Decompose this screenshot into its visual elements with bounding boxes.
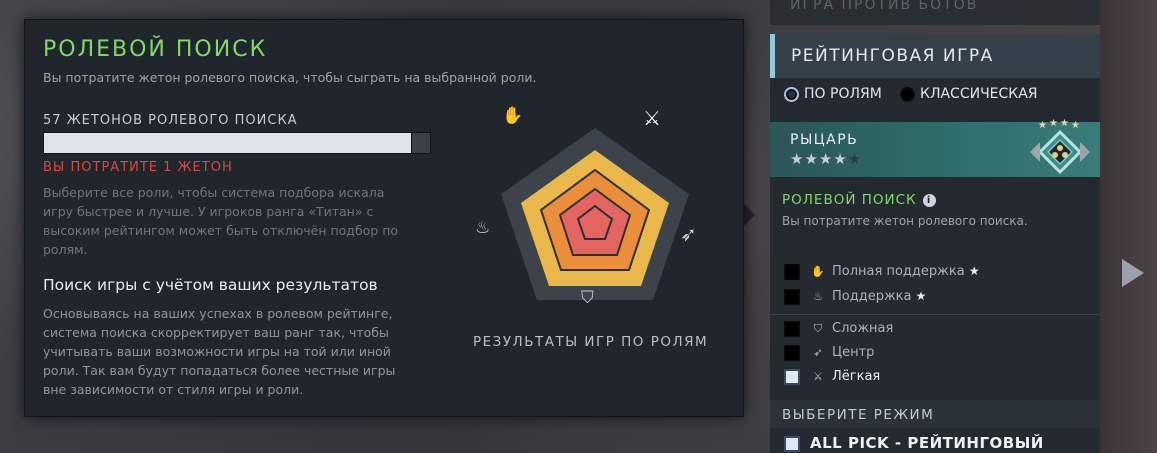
choose-mode-label: ВЫБЕРИТЕ РЕЖИМ: [782, 407, 935, 423]
role-search-title-text: РОЛЕВОЙ ПОИСК: [782, 192, 917, 208]
svg-text:★: ★: [1038, 120, 1047, 131]
role-checkbox-checked[interactable]: [784, 368, 800, 385]
radio-classic-label: КЛАССИЧЕСКАЯ: [920, 86, 1038, 102]
role-star-icon: ★: [968, 264, 980, 278]
role-search-title: РОЛЕВОЙ ПОИСК i: [782, 192, 936, 208]
svg-text:★: ★: [1049, 118, 1058, 129]
rank-stars: ★★★★★: [790, 150, 862, 168]
rank-banner: РЫЦАРЬ ★★★★★ ★ ★ ★ ★: [770, 118, 1100, 177]
role-checkbox[interactable]: [784, 344, 800, 361]
play-mode-panel: РЕЙТИНГОВАЯ ИГРА ПО РОЛЯМ КЛАССИЧЕСКАЯ Р…: [770, 34, 1100, 453]
tooltip-title: РОЛЕВОЙ ПОИСК: [43, 37, 268, 62]
radio-classic[interactable]: КЛАССИЧЕСКАЯ: [900, 86, 1038, 102]
role-label: Полная поддержка: [832, 264, 965, 279]
carry-sword-icon: ⚔: [643, 106, 661, 130]
rank-star-empty: ★: [847, 150, 863, 168]
role-label: Сложная: [832, 321, 894, 336]
rank-name: РЫЦАРЬ: [790, 132, 859, 148]
role-hard-support[interactable]: ✋ Полная поддержка ★: [784, 262, 980, 280]
role-offlane[interactable]: ⛉ Сложная: [784, 320, 893, 338]
all-pick-checkbox[interactable]: [784, 435, 800, 452]
ranked-mode-title: РЕЙТИНГОВАЯ ИГРА: [791, 46, 994, 66]
tooltip-subtitle: Вы потратите жетон ролевого поиска, чтоб…: [43, 70, 537, 85]
role-safelane[interactable]: ⚔ Лёгкая: [784, 368, 880, 386]
soft-support-icon: ♨: [475, 218, 491, 238]
role-radar-chart: [501, 128, 689, 300]
token-bar-track: [411, 132, 431, 154]
background-art-right: [1100, 0, 1157, 453]
role-search-tooltip: РОЛЕВОЙ ПОИСК Вы потратите жетон ролевог…: [24, 19, 744, 417]
role-mid[interactable]: ➶ Центр: [784, 344, 874, 362]
role-checkbox[interactable]: [784, 263, 800, 280]
radar-caption: РЕЗУЛЬТАТЫ ИГР ПО РОЛЯМ: [473, 334, 709, 350]
choose-mode-header: ВЫБЕРИТЕ РЕЖИМ: [770, 400, 1100, 428]
tooltip-heading: Поиск игры с учётом ваших результатов: [43, 276, 378, 294]
rank-medal-icon: ★ ★ ★ ★: [1030, 118, 1090, 175]
role-star-icon: ★: [915, 289, 927, 303]
radio-by-roles-label: ПО РОЛЯМ: [804, 86, 882, 102]
hard-support-icon: ✋: [811, 265, 825, 278]
offlane-shield-icon: ⛉: [813, 322, 823, 335]
mid-bow-icon: ➶: [813, 346, 823, 359]
svg-text:★: ★: [1071, 120, 1080, 131]
bot-game-item[interactable]: ИГРА ПРОТИВ БОТОВ: [770, 0, 1100, 25]
spend-token-warning: ВЫ ПОТРАТИТЕ 1 ЖЕТОН: [43, 160, 233, 175]
role-search-desc: Вы потратите жетон ролевого поиска.: [782, 214, 1028, 228]
offlane-shield-icon: ⛉: [581, 288, 594, 308]
role-label: Центр: [832, 345, 875, 360]
svg-text:★: ★: [1060, 118, 1069, 129]
soft-support-icon: ♨: [813, 290, 823, 303]
role-checkbox[interactable]: [784, 288, 800, 305]
token-bar: [43, 132, 431, 154]
role-soft-support[interactable]: ♨ Поддержка ★: [784, 287, 926, 305]
rank-stars-filled: ★★★★: [790, 150, 848, 168]
carry-sword-icon: ⚔: [813, 370, 823, 383]
all-pick-label: ALL PICK - РЕЙТИНГОВЫЙ: [810, 434, 1044, 452]
tooltip-description: Выберите все роли, чтобы система подбора…: [43, 185, 399, 257]
role-divider: [770, 314, 1100, 315]
role-label: Поддержка: [832, 289, 912, 304]
role-label: Лёгкая: [832, 369, 881, 384]
all-pick-option[interactable]: ALL PICK - РЕЙТИНГОВЫЙ: [784, 434, 1044, 452]
next-arrow-icon[interactable]: [1122, 259, 1144, 287]
radio-selected-indicator[interactable]: [784, 86, 799, 102]
mid-bow-icon: ➶: [680, 222, 697, 246]
info-icon[interactable]: i: [922, 194, 936, 207]
radio-by-roles[interactable]: ПО РОЛЯМ: [784, 86, 882, 102]
ranked-mode-header[interactable]: РЕЙТИНГОВАЯ ИГРА: [770, 34, 1100, 78]
tokens-count-label: 57 ЖЕТОНОВ РОЛЕВОГО ПОИСКА: [43, 113, 298, 128]
hard-support-icon: ✋: [502, 106, 524, 126]
tooltip-body: Основываясь на ваших успехах в ролевом р…: [43, 306, 396, 397]
radio-unselected-indicator[interactable]: [900, 86, 915, 102]
role-checkbox[interactable]: [784, 320, 800, 337]
